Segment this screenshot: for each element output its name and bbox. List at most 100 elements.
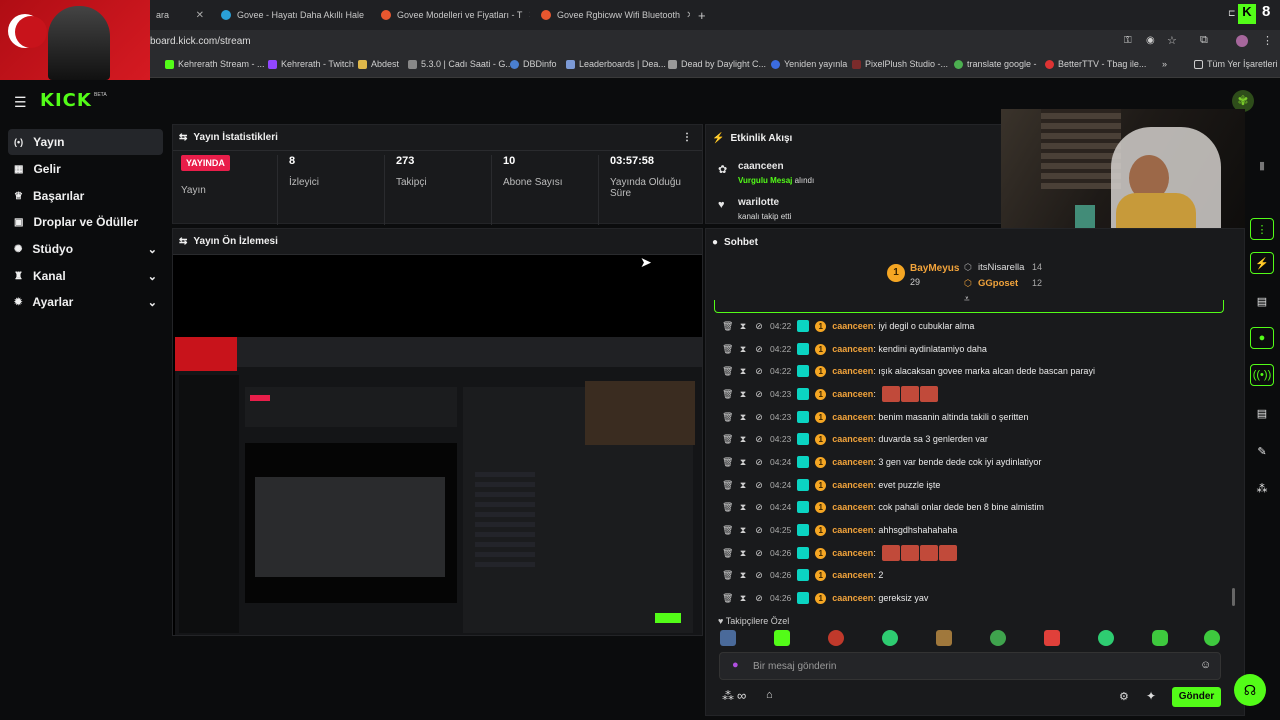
chat-input[interactable]: Bir mesaj gönderin <box>753 661 836 672</box>
message-username[interactable]: caanceen <box>832 412 873 422</box>
event-user[interactable]: warilotte <box>738 197 779 208</box>
trash-icon[interactable]: 🗑 <box>722 366 733 377</box>
store-icon[interactable]: ⌂ <box>766 689 773 701</box>
kick-logo[interactable]: KICK <box>40 90 92 111</box>
help-support-icon[interactable]: ☊ <box>1234 674 1266 706</box>
timeout-icon[interactable]: ⧗ <box>738 593 748 604</box>
sidebar-item-basarilar[interactable]: ♕ Başarılar <box>8 183 163 209</box>
timeout-icon[interactable]: ⧗ <box>738 434 748 445</box>
close-tab-icon[interactable]: ✕ <box>528 10 530 21</box>
close-tab-icon[interactable]: ✕ <box>686 10 690 21</box>
trash-icon[interactable]: 🗑 <box>722 548 733 559</box>
timeout-icon[interactable]: ⧗ <box>738 321 748 332</box>
sidebar-item-droplar[interactable]: ▣ Droplar ve Ödüller <box>8 209 163 235</box>
message-username[interactable]: caanceen <box>832 344 873 354</box>
star-icon[interactable]: ☆ <box>1167 34 1177 47</box>
ban-icon[interactable]: ⊘ <box>754 502 764 513</box>
broadcast-icon[interactable]: ((•)) <box>1250 364 1274 386</box>
message-username[interactable]: caanceen <box>832 593 873 603</box>
bookmark[interactable]: PixelPlush Studio -... <box>852 59 948 69</box>
ban-icon[interactable]: ⊘ <box>754 570 764 581</box>
trash-icon[interactable]: 🗑 <box>722 525 733 536</box>
timeout-icon[interactable]: ⧗ <box>738 412 748 423</box>
trash-icon[interactable]: 🗑 <box>722 593 733 604</box>
browser-tab[interactable]: Govee - Hayatı Daha Akıllı Hale✕ <box>215 4 365 26</box>
timeout-icon[interactable]: ⧗ <box>738 525 748 536</box>
points-icon[interactable]: ⁂ <box>1250 477 1274 499</box>
ban-icon[interactable]: ⊘ <box>754 366 764 377</box>
bookmark[interactable]: Dead by Daylight C... <box>668 59 766 69</box>
bookmark[interactable]: BetterTTV - Tbag ile... <box>1045 59 1146 69</box>
trash-icon[interactable]: 🗑 <box>722 457 733 468</box>
more-bookmarks-icon[interactable]: » <box>1162 59 1167 69</box>
message-username[interactable]: caanceen <box>832 457 873 467</box>
layers-icon[interactable]: ▤ <box>1250 402 1274 424</box>
ban-icon[interactable]: ⊘ <box>754 593 764 604</box>
emote-icon[interactable] <box>1044 630 1060 646</box>
extensions-icon[interactable]: ⧉ <box>1200 34 1208 47</box>
message-username[interactable]: caanceen <box>832 366 873 376</box>
menu-icon[interactable]: ⋮ <box>1262 34 1273 47</box>
message-username[interactable]: caanceen <box>832 548 873 558</box>
new-tab-button[interactable]: + <box>692 4 712 26</box>
wrench-icon[interactable]: ✎ <box>1250 440 1274 462</box>
message-username[interactable]: caanceen <box>832 480 873 490</box>
bookmark[interactable]: Kehrerath - Twitch <box>268 59 354 69</box>
chat-bubble-icon[interactable]: ● <box>1250 327 1274 349</box>
message-username[interactable]: caanceen <box>832 321 873 331</box>
ban-icon[interactable]: ⊘ <box>754 321 764 332</box>
kick-extension-icon[interactable]: K <box>1238 4 1256 24</box>
sidebar-item-yayin[interactable]: (•) Yayın <box>8 129 163 155</box>
ban-icon[interactable]: ⊘ <box>754 434 764 445</box>
browser-tab[interactable]: Govee Modelleri ve Fiyatları - T✕ <box>375 4 530 26</box>
ban-icon[interactable]: ⊘ <box>754 412 764 423</box>
chat-input-box[interactable]: ● Bir mesaj gönderin ☺ <box>719 652 1221 680</box>
trash-icon[interactable]: 🗑 <box>722 502 733 513</box>
message-username[interactable]: caanceen <box>832 525 873 535</box>
timeout-icon[interactable]: ⧗ <box>738 457 748 468</box>
key-icon[interactable]: ⚿ <box>1124 35 1132 46</box>
minimize-icon[interactable]: ⊏ <box>1228 8 1236 19</box>
address-bar[interactable]: board.kick.com/stream ⚿ ◉ ☆ ⧉ ⋮ <box>0 30 1280 54</box>
trash-icon[interactable]: 🗑 <box>722 434 733 445</box>
bookmark[interactable]: Kehrerath Stream - ... <box>165 59 265 69</box>
emote-icon[interactable] <box>882 630 898 646</box>
gear-icon[interactable]: ⚙ <box>1119 690 1129 703</box>
leader-name[interactable]: itsNisarella <box>978 262 1024 273</box>
timeout-icon[interactable]: ⧗ <box>738 502 748 513</box>
sidebar-item-kanal[interactable]: ♜ Kanal ⌄ <box>8 263 163 289</box>
eye-icon[interactable]: ◉ <box>1146 35 1155 46</box>
trash-icon[interactable]: 🗑 <box>722 480 733 491</box>
bookmark[interactable]: DBDinfo <box>510 59 557 69</box>
ban-icon[interactable]: ⊘ <box>754 548 764 559</box>
emoji-icon[interactable]: ☺ <box>1200 659 1211 671</box>
emote-icon[interactable] <box>1098 630 1114 646</box>
ban-icon[interactable]: ⊘ <box>754 389 764 400</box>
browser-tab[interactable]: ara ✕ <box>150 4 210 26</box>
browser-tab[interactable]: Govee Rgbicww Wifi Bluetooth✕ <box>535 4 690 26</box>
sidebar-item-studyo[interactable]: ✺ Stüdyo ⌄ <box>8 236 163 262</box>
bookmark[interactable]: Yeniden yayınla <box>771 59 847 69</box>
timeout-icon[interactable]: ⧗ <box>738 548 748 559</box>
extension-badge-icon[interactable]: 8 <box>1262 3 1270 20</box>
timeout-icon[interactable]: ⧗ <box>738 366 748 377</box>
hamburger-menu-icon[interactable]: ☰ <box>14 94 27 111</box>
close-tab-icon[interactable]: ✕ <box>196 10 204 21</box>
message-username[interactable]: caanceen <box>832 570 873 580</box>
bookmark[interactable]: translate google - <box>954 59 1037 69</box>
emote-icon[interactable] <box>828 630 844 646</box>
toolbar-button[interactable]: ⋮ <box>1250 218 1274 240</box>
message-username[interactable]: caanceen <box>832 502 873 512</box>
timeout-icon[interactable]: ⧗ <box>738 480 748 491</box>
ban-icon[interactable]: ⊘ <box>754 457 764 468</box>
trash-icon[interactable]: 🗑 <box>722 321 733 332</box>
ban-icon[interactable]: ⊘ <box>754 525 764 536</box>
ban-icon[interactable]: ⊘ <box>754 344 764 355</box>
emote-icon[interactable] <box>936 630 952 646</box>
lightning-icon[interactable]: ⚡ <box>1250 252 1274 274</box>
sidebar-item-ayarlar[interactable]: ✹ Ayarlar ⌄ <box>8 289 163 315</box>
infinity-icon[interactable]: ∞ <box>737 688 746 703</box>
timeout-icon[interactable]: ⧗ <box>738 389 748 400</box>
bookmark[interactable]: Leaderboards | Dea... <box>566 59 666 69</box>
preview-video[interactable] <box>175 337 702 635</box>
